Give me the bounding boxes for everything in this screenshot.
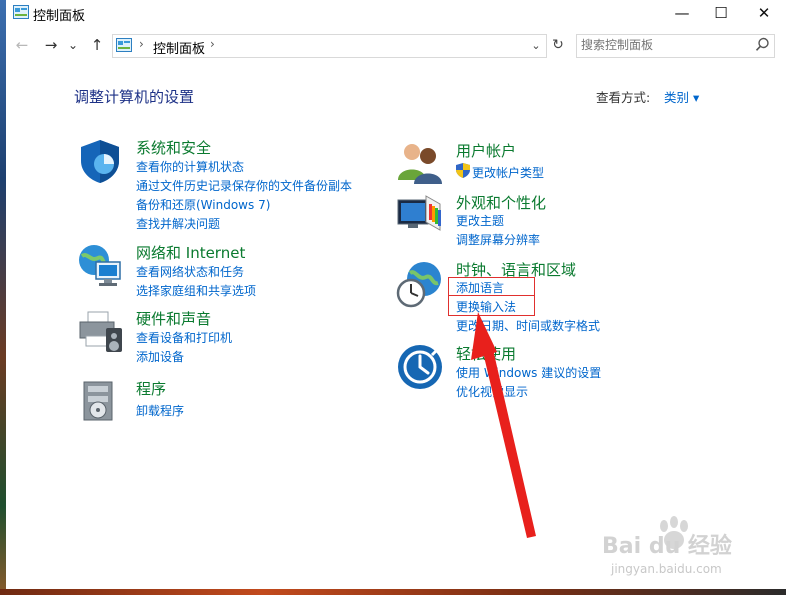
view-by-dropdown[interactable]: 类别 ▾ [664, 87, 699, 106]
watermark-url: jingyan.baidu.com [611, 562, 722, 576]
link-backup-restore[interactable]: 备份和还原(Windows 7) [136, 196, 270, 213]
title-bar: 控制面板 — ☐ ✕ [6, 0, 786, 28]
link-optimize-visual-display[interactable]: 优化视觉显示 [456, 383, 528, 400]
search-icon[interactable] [755, 37, 770, 52]
annotation-box [448, 277, 535, 296]
control-panel-window: 控制面板 — ☐ ✕ ← → ⌄ ↑ › 控制面板 › ⌄ ↻ 搜索控制面板 调… [6, 0, 786, 589]
category-title[interactable]: 用户帐户 [456, 140, 516, 161]
category-title[interactable]: 程序 [136, 378, 166, 399]
network-icon[interactable] [76, 242, 124, 290]
clock-globe-icon[interactable] [396, 259, 444, 309]
search-box[interactable] [576, 34, 775, 58]
category-title[interactable]: 硬件和声音 [136, 308, 211, 329]
up-button[interactable]: ↑ [87, 32, 107, 58]
programs-icon[interactable] [76, 378, 124, 426]
category-title[interactable]: 网络和 Internet [136, 242, 245, 263]
category-title[interactable]: 系统和安全 [136, 137, 211, 158]
link-change-date-time-format[interactable]: 更改日期、时间或数字格式 [456, 317, 600, 334]
control-panel-icon [13, 5, 29, 19]
control-panel-icon [116, 38, 132, 52]
window-title: 控制面板 [33, 9, 86, 24]
shield-icon[interactable] [76, 137, 124, 185]
link-recommended-settings[interactable]: 使用 Windows 建议的设置 [456, 364, 601, 381]
printer-icon[interactable] [76, 308, 124, 356]
refresh-button[interactable]: ↻ [548, 34, 568, 56]
category-title[interactable]: 外观和个性化 [456, 192, 546, 213]
search-input[interactable] [581, 36, 751, 54]
link-file-history-backup[interactable]: 通过文件历史记录保存你的文件备份副本 [136, 177, 352, 194]
users-icon[interactable] [396, 140, 444, 184]
category-title[interactable]: 轻松使用 [456, 343, 516, 364]
navigation-bar: ← → ⌄ ↑ › 控制面板 › ⌄ ↻ [6, 32, 786, 60]
link-uninstall-program[interactable]: 卸载程序 [136, 402, 184, 419]
maximize-button[interactable]: ☐ [701, 0, 741, 26]
address-dropdown-button[interactable]: ⌄ [527, 35, 545, 57]
link-troubleshoot[interactable]: 查找并解决问题 [136, 215, 220, 232]
ease-of-access-icon[interactable] [396, 343, 444, 391]
link-adjust-resolution[interactable]: 调整屏幕分辨率 [456, 231, 540, 248]
link-change-account-type[interactable]: 更改帐户类型 [472, 164, 544, 181]
forward-button[interactable]: → [41, 32, 61, 58]
annotation-box [448, 295, 535, 316]
minimize-button[interactable]: — [662, 0, 702, 26]
address-bar[interactable]: › 控制面板 › ⌄ [112, 34, 547, 58]
link-check-computer-status[interactable]: 查看你的计算机状态 [136, 158, 244, 175]
taskbar-edge [0, 589, 786, 595]
breadcrumb-control-panel[interactable]: 控制面板 [153, 38, 205, 57]
link-network-status[interactable]: 查看网络状态和任务 [136, 263, 244, 280]
link-change-theme[interactable]: 更改主题 [456, 212, 504, 229]
recent-locations-button[interactable]: ⌄ [66, 32, 80, 58]
breadcrumb-separator[interactable]: › [210, 37, 215, 51]
breadcrumb-separator: › [139, 37, 144, 51]
watermark-brand: Bai du 经验 [602, 534, 732, 559]
link-add-device[interactable]: 添加设备 [136, 348, 184, 365]
display-icon[interactable] [396, 192, 446, 240]
close-button[interactable]: ✕ [744, 0, 784, 26]
link-devices-printers[interactable]: 查看设备和打印机 [136, 329, 232, 346]
page-heading: 调整计算机的设置 [74, 88, 195, 106]
uac-shield-icon [456, 163, 470, 178]
back-button[interactable]: ← [12, 32, 32, 58]
view-by-label: 查看方式: [596, 90, 651, 105]
link-homegroup-sharing[interactable]: 选择家庭组和共享选项 [136, 282, 256, 299]
